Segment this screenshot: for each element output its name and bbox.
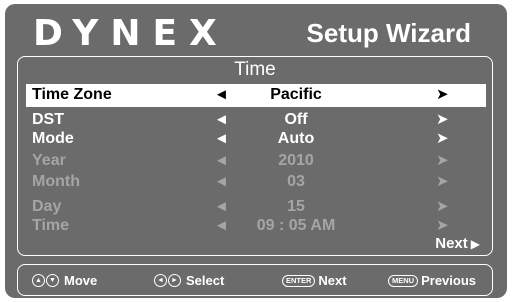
up-button-icon: ▲ (32, 274, 45, 287)
right-arrow-icon: ➤ (436, 173, 449, 190)
right-button-icon: ► (168, 274, 181, 287)
setting-row-year: Year ◄ 2010 ➤ (26, 150, 486, 172)
select-hint: ◄ ► Select (154, 273, 224, 288)
setting-row-month: Month ◄ 03 ➤ (26, 171, 486, 193)
enter-hint: ENTER Next (282, 273, 347, 288)
left-arrow-icon[interactable]: ◄ (214, 84, 229, 106)
move-hint: ▲ ▼ Move (32, 273, 97, 288)
setting-row-time: Time ◄ 09 : 05 AM ➤ (26, 215, 486, 237)
page-title: Setup Wizard (306, 18, 471, 48)
left-arrow-icon: ◄ (214, 173, 229, 190)
enter-key-icon: ENTER (282, 274, 316, 287)
setting-value: Pacific (270, 86, 322, 103)
setting-row-time-zone[interactable]: Time Zone ◄ Pacific ➤ (26, 84, 486, 107)
left-button-icon: ◄ (154, 274, 167, 287)
setting-value: 03 (287, 173, 305, 190)
enter-label: Next (318, 273, 347, 288)
left-arrow-icon: ◄ (214, 217, 229, 234)
left-arrow-icon[interactable]: ◄ (214, 128, 229, 150)
select-label: Select (186, 273, 225, 288)
play-icon: ▶ (470, 237, 480, 251)
move-label: Move (64, 273, 98, 288)
previous-label: Previous (421, 273, 477, 288)
setting-row-mode[interactable]: Mode ◄ Auto ➤ (26, 128, 486, 150)
right-arrow-icon[interactable]: ➤ (436, 128, 449, 150)
menu-hint: MENU Previous (388, 273, 476, 288)
right-arrow-icon[interactable]: ➤ (436, 84, 449, 106)
setting-value: 09 : 05 AM (256, 217, 336, 234)
setting-value: 2010 (278, 152, 314, 169)
right-arrow-icon: ➤ (436, 152, 449, 169)
down-button-icon: ▼ (46, 274, 59, 287)
setting-label: Mode (32, 130, 74, 147)
setting-value: Auto (277, 130, 315, 147)
left-arrow-icon: ◄ (214, 152, 229, 169)
setting-label: Time Zone (32, 86, 112, 103)
setting-label: Month (32, 173, 80, 190)
next-button[interactable]: Next ▶ (435, 235, 480, 252)
next-label: Next (435, 235, 468, 252)
brand-logo: DYNEX (33, 13, 229, 54)
time-settings-panel: Time Time Zone ◄ Pacific ➤ DST ◄ Off ➤ M… (17, 56, 493, 256)
menu-key-icon: MENU (388, 274, 419, 287)
panel-heading: Time (234, 59, 276, 80)
setting-label: Year (32, 152, 66, 169)
button-hint-bar: ▲ ▼ Move ◄ ► Select ENTER Next MENU Previo… (17, 264, 493, 296)
right-arrow-icon: ➤ (436, 217, 449, 234)
setting-label: Time (32, 217, 70, 234)
tv-screen: DYNEX Setup Wizard Time Time Zone ◄ Paci… (5, 4, 507, 298)
